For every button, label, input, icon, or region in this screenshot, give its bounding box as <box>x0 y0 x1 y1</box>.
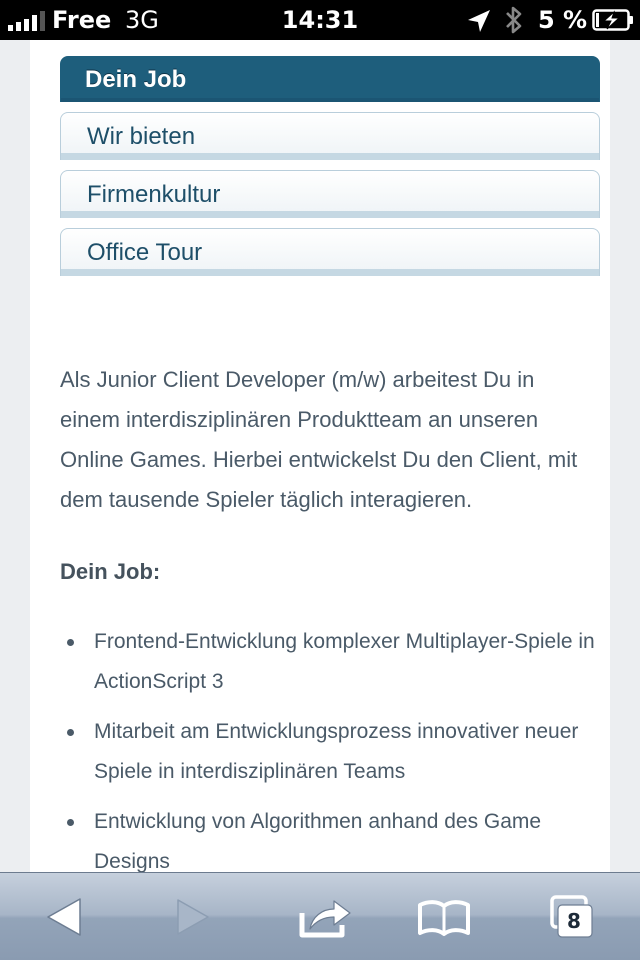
nav-tab-firmenkultur[interactable]: Firmenkultur <box>60 170 600 218</box>
share-button[interactable] <box>284 889 364 945</box>
nav-tab-dein-job[interactable]: Dein Job <box>60 56 600 102</box>
job-heading: Dein Job: <box>60 559 161 584</box>
job-nav: Dein Job Wir bieten Firmenkultur Office … <box>60 56 600 286</box>
nav-tab-label: Office Tour <box>87 239 203 266</box>
location-arrow-icon <box>468 10 490 32</box>
browser-toolbar: 8 <box>0 872 640 960</box>
nav-tab-label: Firmenkultur <box>87 181 221 208</box>
nav-tab-office-tour[interactable]: Office Tour <box>60 228 600 276</box>
back-button[interactable] <box>24 889 104 945</box>
forward-button[interactable] <box>152 889 232 945</box>
forward-arrow-icon <box>177 899 209 935</box>
nav-tab-label: Dein Job <box>85 66 187 93</box>
page-column: Dein Job Wir bieten Firmenkultur Office … <box>30 40 610 872</box>
status-bar: Free 3G 14:31 5 % <box>0 0 640 40</box>
bluetooth-icon <box>506 6 522 34</box>
list-item: Entwicklung von Algorithmen anhand des G… <box>60 802 600 872</box>
job-duties-list: Frontend-Entwicklung komplexer Multiplay… <box>60 622 600 872</box>
nav-tab-wir-bieten[interactable]: Wir bieten <box>60 112 600 160</box>
nav-tab-label: Wir bieten <box>87 123 196 150</box>
battery-charging-icon <box>592 9 633 31</box>
share-icon <box>299 900 351 938</box>
tabs-button[interactable]: 8 <box>536 889 616 945</box>
bookmarks-button[interactable] <box>404 889 484 945</box>
battery-percent: 5 % <box>538 6 588 34</box>
web-content[interactable]: Dein Job Wir bieten Firmenkultur Office … <box>0 40 640 872</box>
list-item: Mitarbeit am Entwicklungsprozess innovat… <box>60 712 600 792</box>
tabs-count: 8 <box>567 909 581 933</box>
bookmarks-book-icon <box>418 900 470 936</box>
intro-paragraph: Als Junior Client Developer (m/w) arbeit… <box>60 367 578 512</box>
back-arrow-icon <box>47 898 81 936</box>
list-item: Frontend-Entwicklung komplexer Multiplay… <box>60 622 600 702</box>
